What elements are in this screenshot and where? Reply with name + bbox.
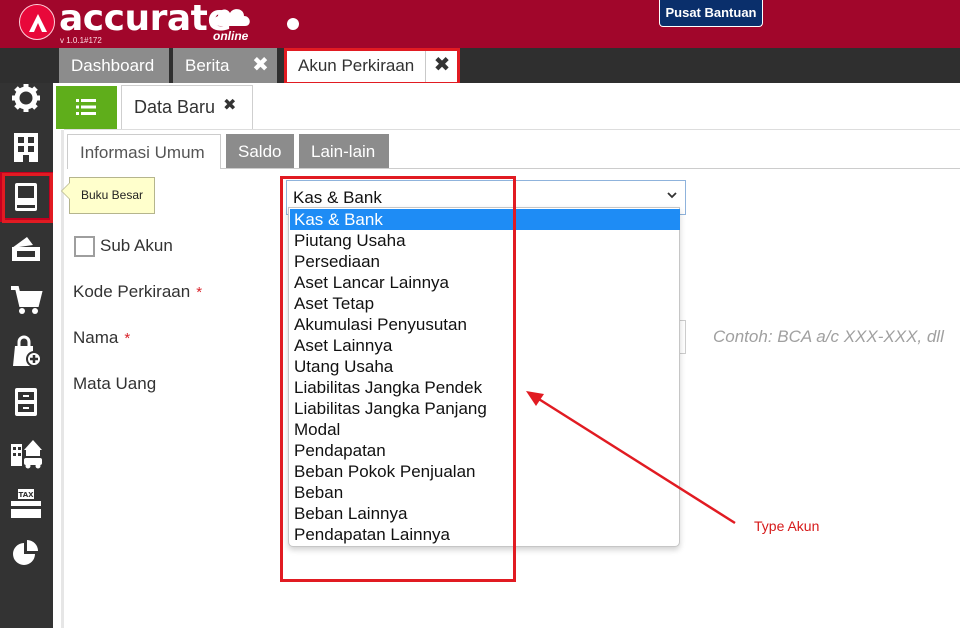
content-divider — [64, 129, 960, 130]
brand-subtitle: online — [213, 29, 249, 43]
building-icon[interactable] — [9, 130, 43, 164]
tab-berita-close-icon[interactable]: ✖ — [244, 48, 277, 83]
tooltip-arrow-fill — [62, 183, 70, 199]
annotation-arrow — [526, 391, 736, 525]
tab-lain-lain[interactable]: Lain-lain — [299, 134, 389, 169]
kode-perkiraan-text: Kode Perkiraan — [73, 282, 191, 301]
cabinet-icon[interactable] — [9, 385, 43, 419]
nama-label: Nama * — [73, 328, 130, 348]
list-icon — [76, 99, 96, 115]
brand-name: accurate — [59, 0, 232, 39]
sub-akun-label: Sub Akun — [100, 236, 173, 255]
app-window: accurate online v 1.0.1#172 Pusat Bantua… — [0, 0, 960, 628]
tax-icon[interactable]: TAX — [9, 487, 43, 521]
tab-dashboard[interactable]: Dashboard — [59, 48, 169, 83]
tab-berita[interactable]: Berita — [173, 48, 247, 83]
nama-hint: Contoh: BCA a/c XXX-XXX, dll — [713, 327, 944, 346]
data-baru-close-icon[interactable]: ✖ — [223, 95, 236, 115]
highlight-akun-tab — [284, 48, 460, 85]
svg-text:TAX: TAX — [18, 491, 34, 499]
content-left-border — [61, 130, 64, 628]
list-view-button[interactable] — [56, 86, 117, 129]
data-baru-label: Data Baru — [134, 97, 216, 117]
pie-chart-icon[interactable] — [9, 537, 43, 571]
gear-icon[interactable] — [9, 81, 43, 115]
chevron-down-icon — [667, 192, 677, 199]
version-label: v 1.0.1#172 — [60, 36, 102, 45]
cart-icon[interactable] — [9, 283, 43, 317]
status-dot-icon — [287, 18, 299, 30]
nama-field[interactable] — [680, 320, 686, 354]
required-mark: * — [196, 284, 203, 301]
tab-informasi-umum[interactable]: Informasi Umum — [67, 134, 221, 169]
sidebar-tooltip: Buku Besar — [69, 177, 155, 214]
annotation-label: Type Akun — [754, 518, 820, 534]
highlight-type-list — [280, 176, 516, 582]
tab-separator — [425, 51, 426, 82]
inner-tab-divider — [221, 168, 960, 169]
help-center-button[interactable]: Pusat Bantuan — [659, 0, 763, 27]
sub-akun-checkbox[interactable] — [74, 236, 95, 257]
shopping-bag-add-icon[interactable] — [9, 334, 43, 368]
nama-text: Nama — [73, 328, 119, 347]
tab-saldo[interactable]: Saldo — [226, 134, 294, 169]
cash-hand-icon[interactable] — [9, 231, 43, 265]
highlight-ledger-sidebar — [2, 173, 53, 223]
mata-uang-label: Mata Uang — [73, 374, 157, 393]
building-car-icon[interactable] — [9, 436, 43, 470]
required-mark: * — [124, 330, 131, 347]
accurate-logo-icon — [19, 4, 55, 40]
kode-perkiraan-label: Kode Perkiraan * — [73, 282, 202, 302]
cloud-icon — [214, 9, 250, 26]
